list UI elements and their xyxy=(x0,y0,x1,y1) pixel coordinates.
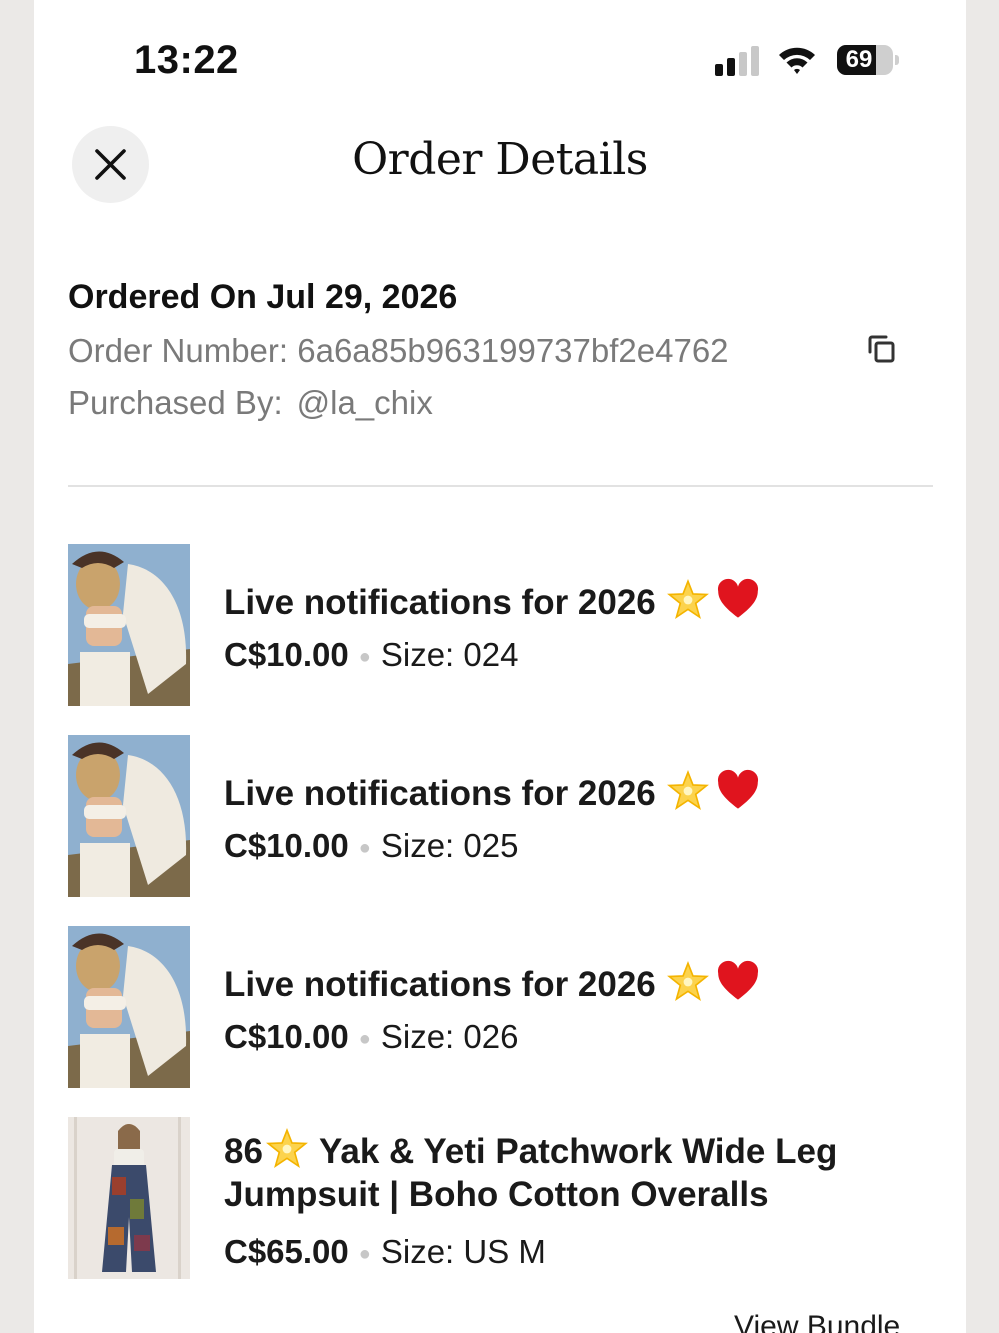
battery-level: 69 xyxy=(845,46,873,73)
separator-dot: ● xyxy=(358,1242,371,1265)
order-details-screen: 13:22 69 Order Details Ordered On Jul 29… xyxy=(34,0,966,1333)
red-heart-icon xyxy=(717,960,758,1000)
separator-dot: ● xyxy=(358,836,371,859)
red-heart-icon xyxy=(717,769,758,809)
purchased-by-label: Purchased By: xyxy=(68,384,283,421)
order-number-label: Order Number: xyxy=(68,332,289,369)
item-size: Size: 025 xyxy=(380,827,519,864)
item-size: Size: 024 xyxy=(380,636,519,673)
item-title-line2: Jumpsuit | Boho Cotton Overalls xyxy=(224,1175,769,1214)
order-number-value: 6a6a85b963199737bf2e4762 xyxy=(297,332,729,369)
product-thumbnail xyxy=(68,735,190,897)
separator-dot: ● xyxy=(358,645,371,668)
status-time: 13:22 xyxy=(134,38,239,82)
red-heart-icon xyxy=(717,578,758,618)
purchased-by-row: Purchased By: @la_chix xyxy=(68,384,433,422)
glowing-star-icon xyxy=(666,770,709,810)
order-item[interactable]: Live notifications for 2026 C$10.00 ● Size… xyxy=(68,735,933,897)
copy-icon xyxy=(868,335,895,363)
purchaser-handle[interactable]: @la_chix xyxy=(297,384,433,421)
item-meta: C$10.00 ● Size: 024 xyxy=(224,636,518,674)
product-thumbnail xyxy=(68,926,190,1088)
order-item[interactable]: Live notifications for 2026 C$10.00 ● Size… xyxy=(68,926,933,1088)
wifi-icon xyxy=(777,44,817,76)
copy-order-number-button[interactable] xyxy=(864,332,900,368)
product-thumbnail xyxy=(68,544,190,706)
view-bundle-link[interactable]: View Bundle xyxy=(734,1310,900,1333)
item-title: Live notifications for 2026 xyxy=(224,578,760,623)
product-thumbnail xyxy=(68,1117,190,1279)
item-meta: C$65.00 ● Size: US M xyxy=(224,1233,546,1271)
item-meta: C$10.00 ● Size: 025 xyxy=(224,827,518,865)
separator-dot: ● xyxy=(358,1027,371,1050)
cellular-signal-icon xyxy=(715,46,761,76)
item-title: Live notifications for 2026 xyxy=(224,769,760,814)
item-title: 86 Yak & Yeti Patchwork Wide Leg xyxy=(224,1127,837,1172)
item-title: Live notifications for 2026 xyxy=(224,960,760,1005)
item-price: C$10.00 xyxy=(224,636,349,673)
item-size: Size: 026 xyxy=(380,1018,519,1055)
order-item[interactable]: 86 Yak & Yeti Patchwork Wide Leg Jumpsuit… xyxy=(68,1117,933,1279)
item-meta: C$10.00 ● Size: 026 xyxy=(224,1018,518,1056)
glowing-star-icon xyxy=(666,579,709,619)
page-title: Order Details xyxy=(352,134,648,185)
glowing-star-icon xyxy=(666,961,709,1001)
item-price: C$65.00 xyxy=(224,1233,349,1270)
glowing-star-icon xyxy=(265,1128,308,1168)
order-item[interactable]: Live notifications for 2026 C$10.00 ● Size… xyxy=(68,544,933,706)
order-number-row: Order Number: 6a6a85b963199737bf2e4762 xyxy=(68,332,729,370)
item-size: Size: US M xyxy=(380,1233,546,1270)
item-price: C$10.00 xyxy=(224,1018,349,1055)
divider xyxy=(68,485,933,487)
battery-icon: 69 xyxy=(837,45,899,77)
item-price: C$10.00 xyxy=(224,827,349,864)
order-date: Ordered On Jul 29, 2026 xyxy=(68,278,458,316)
